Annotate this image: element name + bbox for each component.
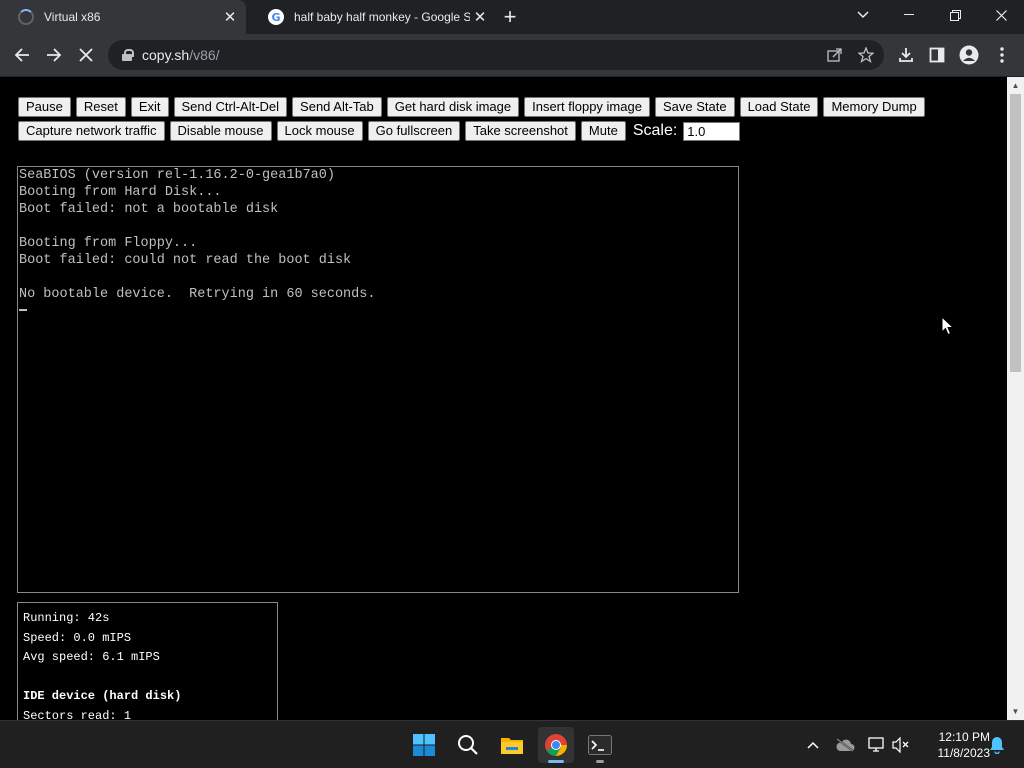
emulator-screen[interactable]: SeaBIOS (version rel-1.16.2-0-gea1b7a0) B…: [17, 166, 739, 593]
load-state-button[interactable]: Load State: [739, 97, 819, 117]
close-tab-icon[interactable]: ✕: [470, 7, 490, 27]
screen-line: [19, 218, 375, 235]
windows-taskbar: 12:10 PM 11/8/2023: [0, 720, 1024, 768]
page-scrollbar[interactable]: ▲ ▼: [1007, 77, 1024, 720]
pause-button[interactable]: Pause: [18, 97, 71, 117]
clock-time: 12:10 PM: [938, 730, 990, 744]
tab-title: half baby half monkey - Google S: [294, 10, 470, 24]
address-bar[interactable]: copy.sh/v86/: [108, 40, 884, 70]
control-buttons-row-2: Capture network traffic Disable mouse Lock…: [18, 121, 741, 141]
url-path: /v86/: [189, 47, 220, 63]
volume-muted-icon[interactable]: [890, 734, 912, 756]
lock-icon[interactable]: [122, 49, 134, 61]
text-cursor: [19, 309, 27, 312]
terminal-icon[interactable]: [582, 727, 618, 763]
text-cursor-line: [19, 303, 375, 320]
tab-title: Virtual x86: [44, 10, 101, 24]
control-buttons-row-1: Pause Reset Exit Send Ctrl-Alt-Del Send Alt-…: [18, 97, 930, 117]
tab-search-chevron-icon[interactable]: [840, 0, 886, 30]
scroll-down-arrow-icon[interactable]: ▼: [1007, 703, 1024, 720]
file-explorer-icon[interactable]: [494, 727, 530, 763]
send-alt-tab-button[interactable]: Send Alt-Tab: [292, 97, 382, 117]
lock-mouse-button[interactable]: Lock mouse: [276, 121, 363, 141]
mute-button[interactable]: Mute: [580, 121, 626, 141]
take-screenshot-button[interactable]: Take screenshot: [465, 121, 576, 141]
onedrive-cloud-icon[interactable]: [834, 734, 856, 756]
scale-label: Scale:: [632, 122, 678, 139]
active-app-indicator: [548, 760, 564, 763]
minimize-icon[interactable]: [886, 0, 932, 30]
screen-line: Boot failed: could not read the boot dis…: [19, 253, 352, 268]
close-window-icon[interactable]: [978, 0, 1024, 30]
scroll-up-arrow-icon[interactable]: ▲: [1007, 77, 1024, 94]
restore-icon[interactable]: [932, 0, 978, 30]
network-icon[interactable]: [866, 734, 888, 756]
memory-dump-button[interactable]: Memory Dump: [823, 97, 925, 117]
screen-line: Booting from Floppy...: [19, 236, 198, 251]
insert-floppy-image-button[interactable]: Insert floppy image: [524, 97, 650, 117]
screen-line: Booting from Hard Disk...: [19, 185, 222, 200]
bookmark-star-icon[interactable]: [851, 40, 881, 70]
page-content: Pause Reset Exit Send Ctrl-Alt-Del Send Alt-…: [0, 77, 1007, 720]
notification-bell-icon[interactable]: [986, 734, 1008, 756]
screen-line: [19, 269, 375, 286]
url-host: copy.sh: [142, 47, 190, 63]
tab-virtual-x86[interactable]: Virtual x86 ✕: [0, 0, 246, 34]
running-app-indicator: [596, 760, 604, 763]
search-icon[interactable]: [450, 727, 486, 763]
browser-toolbar: copy.sh/v86/: [0, 34, 1024, 77]
start-icon[interactable]: [406, 727, 442, 763]
google-g-icon: G: [268, 9, 284, 25]
ide-device-header: IDE device (hard disk): [23, 689, 182, 703]
back-arrow-icon[interactable]: [8, 41, 36, 69]
profile-avatar-icon[interactable]: [955, 41, 983, 69]
share-icon[interactable]: [820, 40, 850, 70]
chrome-icon[interactable]: [538, 727, 574, 763]
url-text: copy.sh/v86/: [142, 47, 220, 63]
stop-loading-icon[interactable]: [72, 41, 100, 69]
speed: Speed: 0.0 mIPS: [23, 630, 132, 645]
exit-button[interactable]: Exit: [130, 97, 169, 117]
save-state-button[interactable]: Save State: [654, 97, 735, 117]
avg-speed: Avg speed: 6.1 mIPS: [23, 650, 160, 664]
running-time: Running: 42s: [23, 611, 110, 625]
emulator-stats-panel: Running: 42s Speed: 0.0 mIPS Avg speed: …: [17, 602, 278, 720]
get-hard-disk-image-button[interactable]: Get hard disk image: [386, 97, 520, 117]
screen-line: Boot failed: not a bootable disk: [19, 202, 279, 217]
send-ctrl-alt-del-button[interactable]: Send Ctrl-Alt-Del: [173, 97, 288, 117]
loading-spinner-icon: [18, 9, 34, 25]
sectors-read: Sectors read: 1: [23, 708, 132, 721]
screen-text: SeaBIOS (version rel-1.16.2-0-gea1b7a0) B…: [19, 167, 375, 320]
mouse-pointer-icon: [941, 316, 955, 336]
close-tab-icon[interactable]: ✕: [220, 7, 240, 27]
menu-kebab-icon[interactable]: [988, 41, 1016, 69]
download-icon[interactable]: [892, 41, 920, 69]
taskbar-clock[interactable]: 12:10 PM 11/8/2023: [920, 729, 991, 761]
tab-google-search[interactable]: G half baby half monkey - Google S ✕: [250, 0, 496, 34]
scrollbar-thumb[interactable]: [1010, 94, 1021, 372]
disable-mouse-button[interactable]: Disable mouse: [169, 121, 272, 141]
show-hidden-icons-chevron-icon[interactable]: [802, 734, 824, 756]
go-fullscreen-button[interactable]: Go fullscreen: [367, 121, 461, 141]
reset-button[interactable]: Reset: [75, 97, 126, 117]
capture-network-traffic-button[interactable]: Capture network traffic: [18, 121, 165, 141]
screen-line: No bootable device. Retrying in 60 secon…: [19, 287, 376, 302]
forward-arrow-icon[interactable]: [40, 41, 68, 69]
scale-input[interactable]: [683, 121, 741, 141]
new-tab-icon[interactable]: +: [498, 4, 522, 29]
screen-line: SeaBIOS (version rel-1.16.2-0-gea1b7a0): [19, 168, 335, 183]
clock-date: 11/8/2023: [937, 746, 991, 760]
side-panel-icon[interactable]: [923, 41, 951, 69]
tab-strip: Virtual x86 ✕ G half baby half monkey - …: [0, 0, 1024, 34]
